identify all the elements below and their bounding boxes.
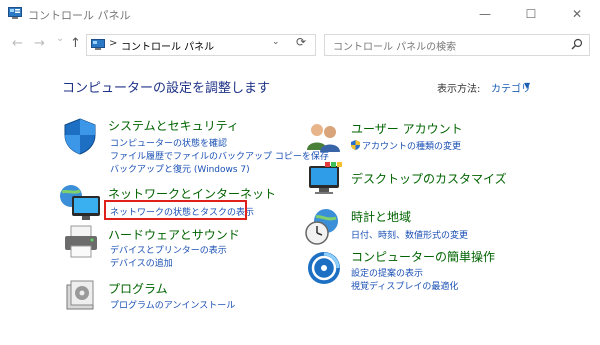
close-button[interactable]: ✕	[554, 0, 600, 28]
address-bar[interactable]: > コントロール パネル	[86, 34, 316, 56]
link-devices-printers[interactable]: デバイスとプリンターの表示	[110, 243, 227, 256]
link-backup-restore[interactable]: バックアップと復元 (Windows 7)	[110, 162, 250, 175]
category-programs[interactable]: プログラム	[108, 280, 168, 297]
minimize-button[interactable]: —	[462, 0, 508, 28]
view-by-label: 表示方法:	[437, 84, 481, 95]
title-bar: コントロール パネル — ☐ ✕	[0, 0, 600, 28]
link-check-computer-status[interactable]: コンピューターの状態を確認	[110, 136, 227, 149]
control-panel-icon	[8, 7, 22, 19]
address-dropdown-icon[interactable]: ⌄	[272, 37, 280, 47]
control-panel-icon	[91, 39, 105, 50]
category-ease-of-access[interactable]: コンピューターの簡単操作	[351, 248, 495, 265]
category-clock-region[interactable]: 時計と地域	[351, 208, 411, 225]
category-desktop-customize[interactable]: デスクトップのカスタマイズ	[351, 170, 507, 187]
category-system-security[interactable]: システムとセキュリティ	[108, 117, 239, 134]
network-icon[interactable]	[58, 182, 102, 222]
user-accounts-icon[interactable]	[305, 120, 341, 154]
link-add-device[interactable]: デバイスの追加	[110, 256, 173, 269]
printer-icon[interactable]	[62, 224, 100, 260]
search-input[interactable]: コントロール パネルの検索	[324, 34, 590, 56]
up-button[interactable]: ↑	[70, 36, 81, 51]
back-button[interactable]: ←	[12, 36, 23, 51]
page-title: コンピューターの設定を調整します	[62, 81, 271, 96]
refresh-button[interactable]: ⟳	[296, 35, 306, 49]
ease-of-access-icon[interactable]	[306, 250, 342, 286]
recent-locations-button[interactable]: ⌄	[56, 33, 64, 44]
window-title: コントロール パネル	[28, 9, 131, 22]
programs-icon[interactable]	[63, 277, 99, 315]
shield-icon[interactable]	[62, 117, 98, 155]
link-optimize-display[interactable]: 視覚ディスプレイの最適化	[351, 279, 458, 292]
link-change-account-type[interactable]: アカウントの種類の変更	[351, 139, 461, 152]
link-change-account-type-label[interactable]: アカウントの種類の変更	[362, 142, 461, 152]
link-uninstall-program[interactable]: プログラムのアンインストール	[110, 298, 235, 311]
desktop-customize-icon[interactable]	[305, 160, 343, 198]
search-icon[interactable]	[571, 38, 583, 50]
clock-globe-icon[interactable]	[304, 207, 342, 247]
category-hardware-sound[interactable]: ハードウェアとサウンド	[108, 226, 240, 243]
maximize-button[interactable]: ☐	[508, 0, 554, 28]
search-placeholder: コントロール パネルの検索	[333, 42, 457, 53]
uac-shield-icon	[351, 140, 360, 150]
breadcrumb[interactable]: コントロール パネル	[121, 38, 214, 53]
highlight-box	[104, 200, 247, 220]
forward-button[interactable]: →	[34, 36, 45, 51]
chevron-down-icon[interactable]: ▼	[524, 81, 530, 90]
category-user-accounts[interactable]: ユーザー アカウント	[351, 120, 463, 137]
breadcrumb-chevron-icon[interactable]: >	[109, 38, 117, 49]
link-suggested-settings[interactable]: 設定の提案の表示	[351, 266, 423, 279]
link-file-history-backup[interactable]: ファイル履歴でファイルのバックアップ コピーを保存	[110, 149, 329, 162]
link-change-date-time-format[interactable]: 日付、時刻、数値形式の変更	[351, 228, 468, 241]
